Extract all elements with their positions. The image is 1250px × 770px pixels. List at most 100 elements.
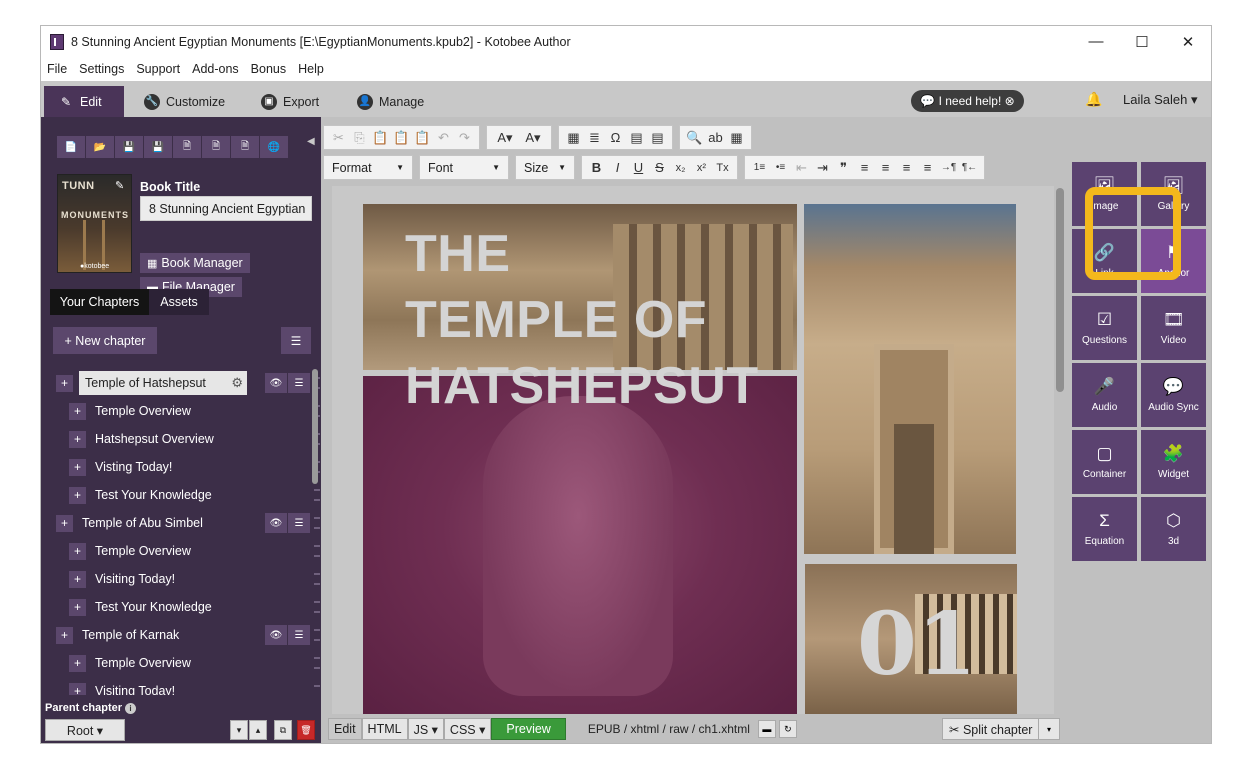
background-color-icon[interactable]: A▾ xyxy=(519,130,547,146)
edit-mode-button[interactable]: Edit xyxy=(328,718,362,740)
menu-bonus[interactable]: Bonus xyxy=(251,62,286,76)
expand-plus-icon[interactable]: + xyxy=(69,682,86,695)
bell-icon[interactable]: 🔔 xyxy=(1085,91,1102,108)
paste-text-icon[interactable]: 📋 xyxy=(391,130,412,146)
chapter-list-menu-icon[interactable]: ☰ xyxy=(281,327,311,354)
drag-handle[interactable] xyxy=(314,685,320,695)
duplicate-icon[interactable]: ⧉ xyxy=(274,720,292,740)
menu-icon[interactable]: ☰ xyxy=(288,513,310,533)
expand-plus-icon[interactable]: + xyxy=(69,458,86,476)
menu-support[interactable]: Support xyxy=(136,62,180,76)
template-icon[interactable]: ▤ xyxy=(647,130,668,146)
book-manager-button[interactable]: ▦ Book Manager xyxy=(140,253,250,273)
import-icon[interactable]: 🗎 xyxy=(202,136,230,158)
replace-icon[interactable]: ab xyxy=(705,130,726,145)
redo-icon[interactable]: ↷ xyxy=(454,130,475,146)
widget-container[interactable]: ▢ Container xyxy=(1072,430,1137,494)
chapter-label[interactable]: Visting Today! xyxy=(95,460,172,474)
save-icon[interactable]: 💾 xyxy=(115,136,143,158)
format-select[interactable]: Format ▼ xyxy=(323,155,413,180)
minimize-button[interactable]: — xyxy=(1073,26,1119,57)
drag-handle[interactable] xyxy=(314,629,320,641)
edit-cover-icon[interactable]: ✎ xyxy=(115,179,124,192)
chapter-label[interactable]: Temple Overview xyxy=(95,544,191,558)
expand-plus-icon[interactable]: + xyxy=(56,374,73,392)
subchapter-item[interactable]: + Temple Overview xyxy=(69,399,321,423)
menu-help[interactable]: Help xyxy=(298,62,324,76)
undo-icon[interactable]: ↶ xyxy=(433,130,454,146)
new-file-icon[interactable]: 📄 xyxy=(57,136,85,158)
subchapter-item[interactable]: + Temple Overview xyxy=(69,539,321,563)
close-button[interactable]: ✕ xyxy=(1165,26,1211,57)
subscript-icon[interactable]: x₂ xyxy=(670,162,691,174)
paste-word-icon[interactable]: 📋 xyxy=(412,130,433,146)
align-center-icon[interactable]: ≡ xyxy=(875,160,896,175)
css-button[interactable]: CSS ▾ xyxy=(443,718,492,740)
expand-plus-icon[interactable]: + xyxy=(56,514,73,532)
widget-audio[interactable]: 🎤 Audio xyxy=(1072,363,1137,427)
info-icon[interactable]: i xyxy=(125,703,137,714)
chapter-label[interactable]: Visiting Today! xyxy=(95,572,175,586)
user-menu[interactable]: Laila Saleh ▾ xyxy=(1123,92,1197,108)
expand-plus-icon[interactable]: + xyxy=(69,430,86,448)
chapter-label[interactable]: Hatshepsut Overview xyxy=(95,432,214,446)
widget-widget[interactable]: 🧩 Widget xyxy=(1141,430,1206,494)
chapter-label[interactable]: Temple Overview xyxy=(95,404,191,418)
chapter-label[interactable]: Test Your Knowledge xyxy=(95,488,212,502)
parent-chapter-select[interactable]: Root ▾ xyxy=(45,719,125,741)
open-folder-icon[interactable]: 📂 xyxy=(86,136,114,158)
show-blocks-icon[interactable]: ▦ xyxy=(726,130,747,146)
widget-audio-sync[interactable]: 💬 Audio Sync xyxy=(1141,363,1206,427)
html-block-icon[interactable]: ▤ xyxy=(626,130,647,146)
clear-format-icon[interactable]: Tx xyxy=(712,162,733,174)
widget-3d[interactable]: ⬡ 3d xyxy=(1141,497,1206,561)
justify-icon[interactable]: ≡ xyxy=(917,160,938,175)
strikethrough-icon[interactable]: S xyxy=(649,160,670,175)
drag-handle[interactable] xyxy=(314,573,320,585)
bold-icon[interactable]: B xyxy=(586,160,607,175)
chapter-label[interactable]: Temple of Karnak xyxy=(82,628,179,642)
drag-handle[interactable] xyxy=(314,517,320,529)
save-as-icon[interactable]: 💾 xyxy=(144,136,172,158)
numbered-list-icon[interactable]: 1≡ xyxy=(749,162,770,173)
expand-plus-icon[interactable]: + xyxy=(69,402,86,420)
subchapter-item[interactable]: + Test Your Knowledge xyxy=(69,595,321,619)
subchapter-item[interactable]: + Visiting Today! xyxy=(69,567,321,591)
search-icon[interactable]: 🔍 xyxy=(684,130,705,146)
rtl-icon[interactable]: ¶← xyxy=(959,162,980,173)
delete-icon[interactable]: 🗑 xyxy=(297,720,315,740)
drag-handle[interactable] xyxy=(314,601,320,613)
tab-customize[interactable]: 🔧 Customize xyxy=(130,86,239,117)
expand-plus-icon[interactable]: + xyxy=(69,654,86,672)
widget-video[interactable]: 🎞 Video xyxy=(1141,296,1206,360)
subchapter-item[interactable]: + Visting Today! xyxy=(69,455,321,479)
table-icon[interactable]: ▦ xyxy=(563,130,584,146)
cut-icon[interactable]: ✂ xyxy=(328,130,349,146)
paste-icon[interactable]: 📋 xyxy=(370,130,391,146)
chapter-label[interactable]: Test Your Knowledge xyxy=(95,600,212,614)
subchapter-item[interactable]: + Hatshepsut Overview xyxy=(69,427,321,451)
chapter-item[interactable]: + Temple of Karnak 👁 ☰ xyxy=(56,623,321,647)
eye-icon[interactable]: 👁 xyxy=(265,373,287,393)
book-title-input[interactable]: 8 Stunning Ancient Egyptian xyxy=(140,196,312,221)
split-options-chevron-icon[interactable]: ▾ xyxy=(1038,718,1060,740)
maximize-button[interactable]: ☐ xyxy=(1119,26,1165,57)
outdent-icon[interactable]: ⇤ xyxy=(791,160,812,176)
split-chapter-button[interactable]: ✂ Split chapter xyxy=(942,718,1040,740)
drag-handle[interactable] xyxy=(314,657,320,669)
expand-plus-icon[interactable]: + xyxy=(69,570,86,588)
eye-icon[interactable]: 👁 xyxy=(265,625,287,645)
subchapter-item[interactable]: + Visiting Today! xyxy=(69,679,321,695)
tab-export[interactable]: ▣ Export xyxy=(247,86,333,117)
horizontal-line-icon[interactable]: ≣ xyxy=(584,130,605,146)
menu-settings[interactable]: Settings xyxy=(79,62,124,76)
html-mode-button[interactable]: HTML xyxy=(361,718,408,740)
widget-questions[interactable]: ☑ Questions xyxy=(1072,296,1137,360)
size-select[interactable]: Size ▼ xyxy=(515,155,575,180)
tab-manage[interactable]: 👤 Manage xyxy=(343,86,438,117)
chapter-item[interactable]: + Temple of Abu Simbel 👁 ☰ xyxy=(56,511,321,535)
bullet-list-icon[interactable]: •≡ xyxy=(770,162,791,173)
widget-equation[interactable]: Σ Equation xyxy=(1072,497,1137,561)
subchapter-item[interactable]: + Temple Overview xyxy=(69,651,321,675)
move-down-icon[interactable]: ▾ xyxy=(230,720,248,740)
